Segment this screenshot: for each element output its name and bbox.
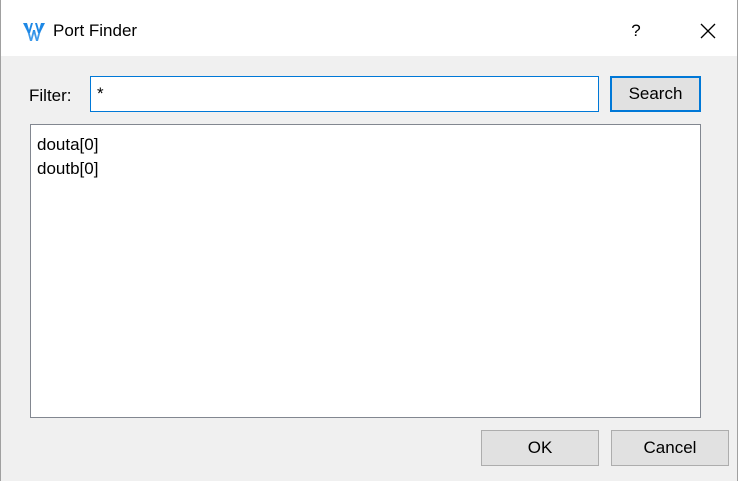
list-item[interactable]: douta[0] [31, 133, 700, 157]
filter-input[interactable] [90, 76, 599, 112]
cancel-button[interactable]: Cancel [611, 430, 729, 466]
title-bar[interactable]: Port Finder ? [1, 0, 737, 56]
help-button[interactable]: ? [621, 14, 651, 48]
ok-button[interactable]: OK [481, 430, 599, 466]
gowin-logo-icon [23, 21, 45, 41]
close-button[interactable] [691, 14, 725, 48]
close-icon [700, 22, 716, 39]
list-item[interactable]: doutb[0] [31, 157, 700, 181]
window-title: Port Finder [53, 21, 138, 40]
port-list[interactable]: douta[0] doutb[0] [30, 124, 701, 418]
port-finder-dialog: Port Finder ? Filter: Search douta[0] do… [0, 0, 738, 481]
filter-label: Filter: [29, 86, 72, 105]
search-button[interactable]: Search [610, 76, 701, 112]
